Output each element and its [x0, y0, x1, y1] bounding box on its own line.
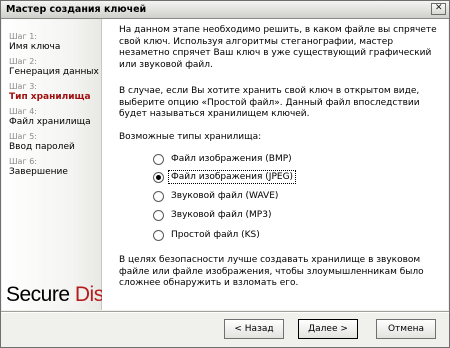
- wizard-window: Мастер создания ключей ✕ Шаг 1: Имя ключ…: [0, 0, 450, 348]
- security-note: В целях безопасности лучше создавать хра…: [119, 255, 424, 288]
- step-number: Шаг 1:: [9, 32, 37, 41]
- secure-disk-logo: Secure Disk: [6, 283, 114, 307]
- option-label[interactable]: Звуковой файл (MP3): [169, 209, 273, 221]
- option-label[interactable]: Звуковой файл (WAVE): [169, 190, 280, 202]
- window-title: Мастер создания ключей: [6, 4, 147, 15]
- step-number: Шаг 3:: [9, 82, 37, 91]
- steps-sidebar: Шаг 1: Имя ключа Шаг 2: Генерация данных…: [2, 19, 114, 310]
- close-icon: ✕: [435, 3, 443, 13]
- step-number: Шаг 5:: [9, 132, 37, 141]
- title-bar[interactable]: Мастер создания ключей ✕: [1, 1, 449, 19]
- step-5: Шаг 5: Ввод паролей: [9, 131, 75, 153]
- option-label[interactable]: Файл изображения (JPEG): [167, 170, 297, 184]
- option-label[interactable]: Простой файл (KS): [169, 229, 262, 241]
- next-button[interactable]: Далее >: [298, 319, 358, 339]
- wizard-content: На данном этапе необходимо решить, в как…: [102, 19, 448, 310]
- radio-button-selected[interactable]: [153, 172, 164, 183]
- back-button[interactable]: < Назад: [224, 319, 284, 339]
- footer-divider: [1, 311, 449, 313]
- radio-button[interactable]: [153, 230, 164, 241]
- step-2: Шаг 2: Генерация данных: [9, 56, 99, 78]
- step-number: Шаг 2:: [9, 57, 37, 66]
- step-label: Генерация данных: [9, 67, 99, 77]
- step-4: Шаг 4: Файл хранилища: [9, 106, 91, 128]
- step-6: Шаг 6: Завершение: [9, 156, 68, 178]
- step-label: Ввод паролей: [9, 142, 75, 152]
- step-number: Шаг 4:: [9, 107, 37, 116]
- logo-word-secure: Secure: [6, 283, 70, 306]
- cancel-button[interactable]: Отмена: [376, 319, 436, 339]
- radio-button[interactable]: [153, 210, 164, 221]
- plain-file-paragraph: В случае, если Вы хотите хранить свой кл…: [119, 86, 420, 119]
- step-number: Шаг 6:: [9, 157, 37, 166]
- option-label[interactable]: Файл изображения (BMP): [169, 153, 294, 165]
- step-3-current: Шаг 3: Тип хранилища: [9, 81, 91, 103]
- options-heading: Возможные типы хранилища:: [119, 132, 262, 142]
- intro-paragraph: На данном этапе необходимо решить, в как…: [119, 25, 437, 70]
- radio-button[interactable]: [153, 154, 164, 165]
- step-label: Имя ключа: [9, 42, 61, 52]
- step-label: Завершение: [9, 167, 68, 177]
- close-button[interactable]: ✕: [431, 3, 446, 15]
- step-label: Файл хранилища: [9, 117, 91, 127]
- step-1: Шаг 1: Имя ключа: [9, 31, 60, 53]
- step-label: Тип хранилища: [9, 92, 91, 102]
- radio-button[interactable]: [153, 191, 164, 202]
